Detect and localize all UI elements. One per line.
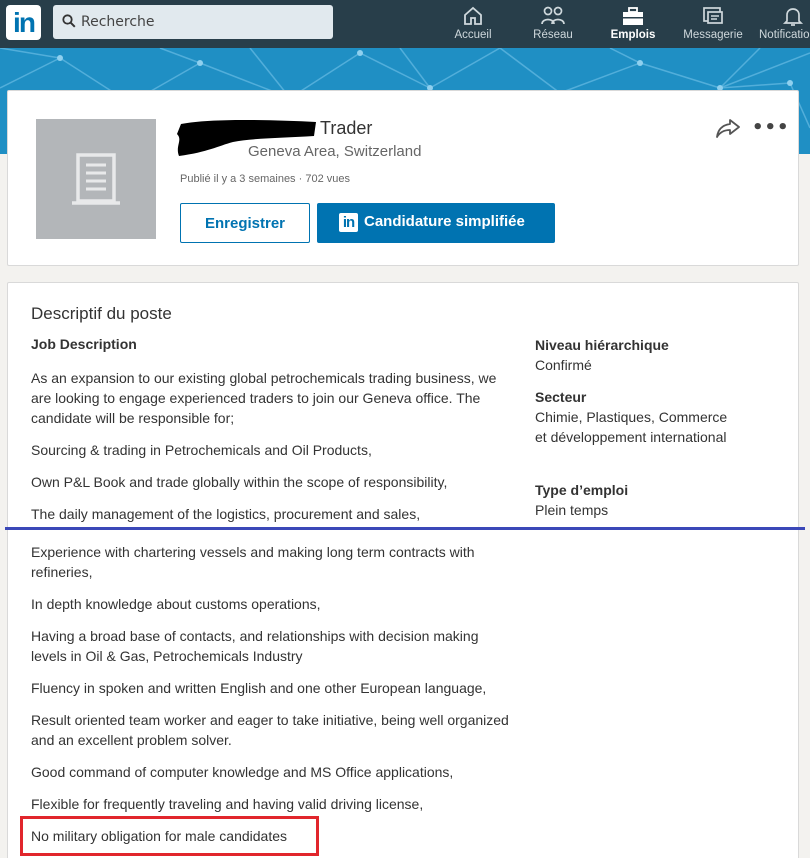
criteria-value: Confirmé xyxy=(535,357,592,373)
description-heading: Descriptif du poste xyxy=(31,304,172,323)
search-input[interactable] xyxy=(81,5,321,39)
description-paragraph: Flexible for frequently traveling and ha… xyxy=(31,796,424,812)
messaging-icon xyxy=(703,7,723,24)
nav-item-jobs[interactable]: Emplois xyxy=(593,0,673,48)
description-paragraph: As an expansion to our existing global p… xyxy=(31,370,497,426)
criteria-value: Chimie, Plastiques, Commerce et développ… xyxy=(535,409,728,445)
criteria-label: Secteur xyxy=(535,389,587,405)
criteria-label: Type d’emploi xyxy=(535,482,629,498)
home-icon xyxy=(464,6,482,25)
nav-item-label: Réseau xyxy=(533,29,573,41)
save-button[interactable]: Enregistrer xyxy=(180,203,310,243)
description-paragraph: Result oriented team worker and eager to… xyxy=(31,712,509,748)
criteria-value: Plein temps xyxy=(535,502,609,518)
job-posted-meta: Publié il y a 3 semaines · 702 vues xyxy=(180,173,350,185)
criteria-label: Niveau hiérarchique xyxy=(535,337,669,353)
nav-item-label: Notifications xyxy=(759,29,810,41)
description-paragraph: Good command of computer knowledge and M… xyxy=(31,764,454,780)
criteria-industry: Secteur Chimie, Plastiques, Commerce et … xyxy=(535,387,735,447)
description-paragraph: Experience with chartering vessels and m… xyxy=(31,544,475,580)
building-icon xyxy=(72,153,120,205)
description-paragraph: The daily management of the logistics, p… xyxy=(31,506,421,522)
nav-item-home[interactable]: Accueil xyxy=(433,0,513,48)
bell-icon xyxy=(782,8,804,26)
easy-apply-button[interactable]: in Candidature simplifiée xyxy=(317,203,555,243)
search-box[interactable] xyxy=(53,5,333,39)
share-icon[interactable] xyxy=(715,117,741,139)
annotation-highlight-box xyxy=(20,816,319,856)
criteria-employment-type: Type d’emploi Plein temps xyxy=(535,480,775,520)
annotation-underline xyxy=(5,527,805,530)
description-paragraph: Sourcing & trading in Petrochemicals and… xyxy=(31,442,372,458)
job-location: Geneva Area, Switzerland xyxy=(248,143,422,160)
more-options-icon[interactable]: ••• xyxy=(752,117,790,138)
description-paragraph: In depth knowledge about customs operati… xyxy=(31,596,321,612)
briefcase-icon xyxy=(623,7,643,25)
linkedin-icon: in xyxy=(339,213,358,232)
company-logo-placeholder xyxy=(36,119,156,239)
nav-item-label: Emplois xyxy=(610,29,656,41)
top-navigation-bar: in Accueil Réseau Emplois xyxy=(0,0,810,48)
nav-item-messaging[interactable]: Messagerie xyxy=(673,0,753,48)
job-description-card: Descriptif du poste Job Description As a… xyxy=(7,282,799,858)
description-paragraph: Fluency in spoken and written English an… xyxy=(31,680,487,696)
nav-item-label: Accueil xyxy=(454,29,492,41)
linkedin-logo[interactable]: in xyxy=(6,5,41,40)
nav-item-network[interactable]: Réseau xyxy=(513,0,593,48)
nav-item-label: Messagerie xyxy=(683,29,743,41)
description-paragraph: Having a broad base of contacts, and rel… xyxy=(31,628,479,664)
job-description-subtitle: Job Description xyxy=(31,336,137,352)
network-icon xyxy=(541,6,565,25)
criteria-seniority: Niveau hiérarchique Confirmé xyxy=(535,335,775,375)
search-icon xyxy=(62,14,76,28)
job-title: Trader xyxy=(320,118,373,138)
description-paragraph: Own P&L Book and trade globally within t… xyxy=(31,474,448,490)
easy-apply-label: Candidature simplifiée xyxy=(364,213,525,230)
job-header-card: Trader Geneva Area, Switzerland Publié i… xyxy=(7,90,799,266)
nav-item-notifications[interactable]: Notifications xyxy=(753,0,810,48)
